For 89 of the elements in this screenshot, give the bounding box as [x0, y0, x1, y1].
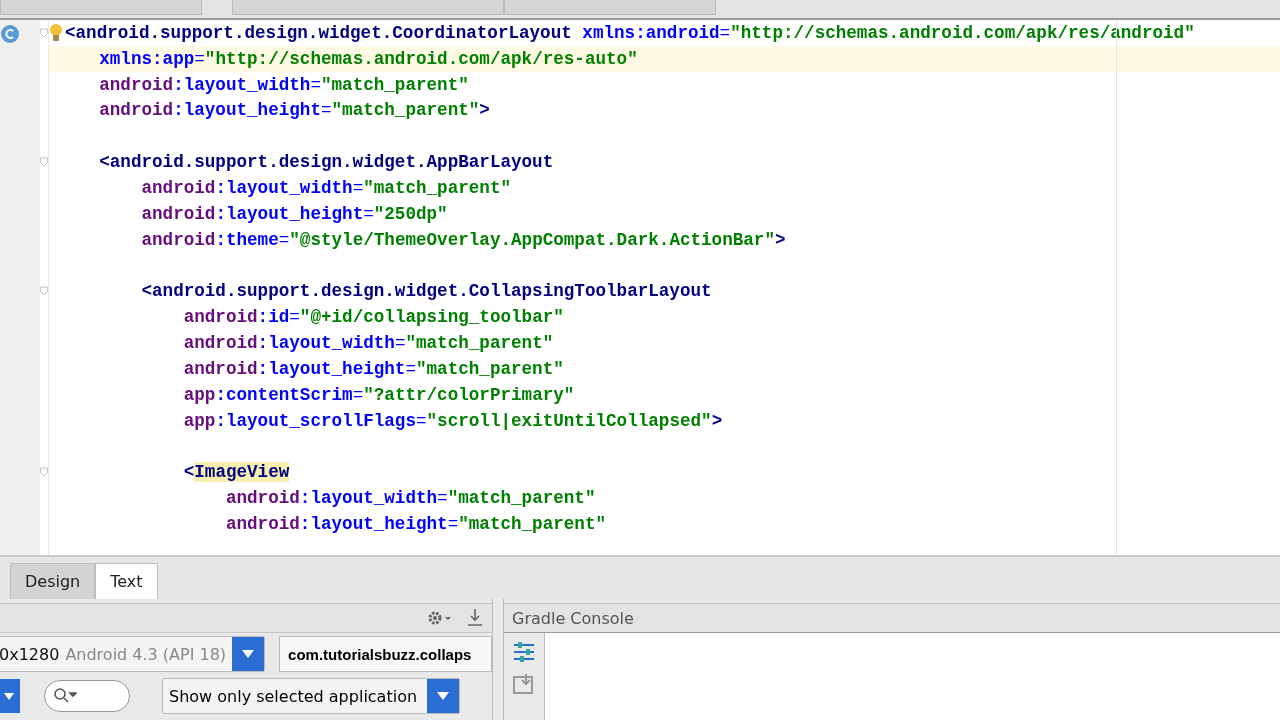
class-icon: [0, 24, 20, 44]
import-icon[interactable]: [513, 673, 535, 695]
code-token: android: [182, 307, 258, 328]
code-token: =: [352, 384, 364, 405]
code-token: :theme: [215, 229, 279, 250]
code-token: =: [352, 178, 364, 198]
code-token: :layout_width: [173, 74, 311, 95]
code-token: android: [224, 488, 300, 509]
code-token: =: [719, 22, 731, 43]
code-token: =: [363, 203, 374, 224]
fold-icon[interactable]: [40, 286, 48, 297]
code-token: "?attr/colorPrimary": [363, 384, 575, 405]
code-token: "match_parent": [363, 178, 511, 198]
view-tab[interactable]: Text: [95, 563, 158, 599]
settings-icon[interactable]: [426, 609, 452, 627]
settings-sliders-icon[interactable]: [512, 641, 536, 663]
code-token: "match_parent": [320, 74, 469, 95]
device-name: Android 4.3 (API 18): [65, 643, 228, 666]
code-token: =: [416, 410, 427, 431]
code-token: ImageView: [194, 462, 290, 483]
fold-icon[interactable]: [40, 467, 48, 478]
code-token: =: [278, 229, 290, 250]
dropdown-arrow-icon: [436, 691, 450, 701]
code-token: >: [711, 410, 723, 431]
code-token: <: [182, 462, 195, 483]
search-icon: [53, 687, 77, 705]
code-token: :id: [257, 307, 290, 328]
code-token: "match_parent": [416, 358, 564, 379]
code-token: :layout_height: [173, 100, 321, 121]
code-token: :layout_width: [215, 178, 353, 198]
code-token: android: [224, 513, 300, 534]
file-tab[interactable]: [232, 0, 504, 15]
code-token: "http://schemas.android.com/apk/res-auto": [204, 48, 638, 69]
view-tab[interactable]: Design: [10, 563, 96, 599]
code-token: =: [405, 358, 416, 379]
code-token: <android.support.design.widget.CoordinatorLayout: [65, 22, 572, 43]
code-token: "match_parent": [331, 100, 480, 121]
code-token: :contentScrim: [215, 384, 353, 405]
code-token: android: [140, 203, 216, 224]
code-token: <android.support.design.widget.AppBarLayout: [98, 152, 554, 173]
code-token: android: [182, 333, 258, 354]
code-token: "@+id/collapsing_toolbar": [299, 307, 564, 328]
search-field[interactable]: [44, 680, 130, 712]
file-tab[interactable]: [0, 0, 202, 15]
code-token: xmlns:app: [98, 48, 195, 69]
file-tab[interactable]: [504, 0, 716, 15]
dropdown-button[interactable]: [0, 679, 20, 713]
code-token: >: [774, 229, 786, 250]
code-token: android: [140, 229, 216, 250]
code-token: xmlns:android: [581, 22, 720, 43]
code-token: android: [98, 100, 174, 121]
code-token: =: [310, 74, 321, 95]
code-token: >: [479, 100, 490, 121]
code-token: :layout_width: [299, 488, 438, 509]
code-token: android: [182, 358, 258, 379]
code-token: =: [289, 307, 300, 328]
code-token: "250dp": [373, 203, 448, 224]
panel-title: Gradle Console: [504, 603, 1280, 633]
code-token: app: [182, 410, 216, 431]
code-token: app: [182, 384, 216, 405]
code-token: "match_parent": [405, 333, 554, 354]
code-token: "http://schemas.android.com/apk/res/android": [730, 22, 1195, 43]
code-token: "match_parent": [458, 513, 607, 534]
device-size: 0x1280: [0, 643, 61, 666]
code-token: =: [194, 48, 205, 69]
code-token: android: [140, 178, 216, 198]
filter-dropdown[interactable]: Show only selected application: [162, 678, 460, 714]
code-token: =: [447, 513, 459, 534]
code-token: =: [437, 488, 448, 509]
code-token: =: [320, 100, 332, 121]
code-token: :layout_height: [257, 358, 406, 379]
code-token: android: [98, 74, 174, 95]
lightbulb-icon[interactable]: [49, 22, 63, 43]
code-token: :layout_width: [257, 333, 395, 354]
fold-icon[interactable]: [40, 27, 48, 38]
code-token: "match_parent": [447, 488, 596, 509]
fold-icon[interactable]: [40, 157, 48, 168]
code-token: :layout_height: [299, 513, 448, 534]
device-dropdown[interactable]: 0x1280 Android 4.3 (API 18): [0, 636, 266, 672]
code-token: "@style/ThemeOverlay.AppCompat.Dark.ActionBar": [289, 229, 775, 250]
code-token: <android.support.design.widget.CollapsingToolbarLayout: [140, 281, 712, 302]
package-field[interactable]: com.tutorialsbuzz.collaps: [279, 636, 492, 672]
code-token: :layout_height: [215, 203, 364, 224]
code-token: =: [394, 333, 406, 354]
code-token: "scroll|exitUntilCollapsed": [426, 410, 712, 431]
code-token: :layout_scrollFlags: [215, 410, 416, 431]
download-icon[interactable]: [466, 608, 484, 628]
dropdown-arrow-icon: [3, 691, 15, 701]
dropdown-arrow-icon: [241, 649, 256, 659]
